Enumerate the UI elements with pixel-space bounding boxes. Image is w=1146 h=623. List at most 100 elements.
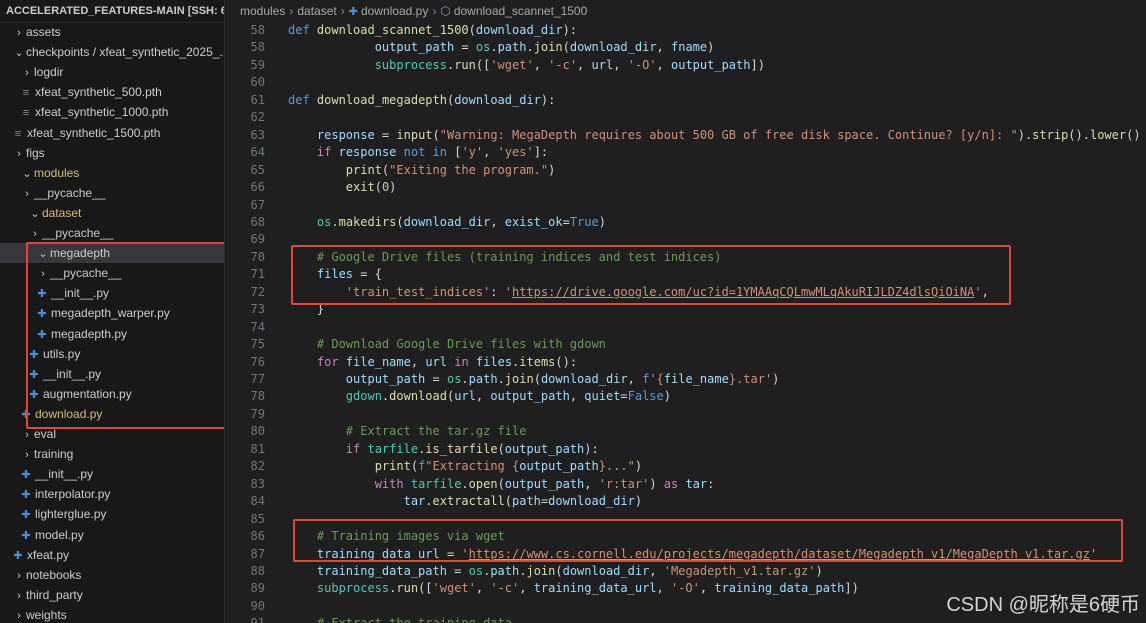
code-line[interactable]: 60	[225, 74, 1146, 91]
chevron-down-icon[interactable]: ⌄	[36, 244, 50, 263]
tree-item-dataset[interactable]: ⌄ dataset	[0, 203, 224, 223]
code-line[interactable]: 88 training_data_path = os.path.join(dow…	[225, 563, 1146, 580]
tree-item-label: figs	[26, 145, 45, 160]
code-line[interactable]: 58 output_path = os.path.join(download_d…	[225, 39, 1146, 56]
tree-item-assets[interactable]: › assets	[0, 22, 224, 42]
code-line[interactable]: 65 print("Exiting the program.")	[225, 162, 1146, 179]
tree-item-eval[interactable]: › eval	[0, 424, 224, 444]
code-line[interactable]: 61 def download_megadepth(download_dir):	[225, 92, 1146, 109]
code-text: if tarfile.is_tarfile(output_path):	[345, 441, 599, 456]
tree-item-megadepth-warper-py[interactable]: ✚ megadepth_warper.py	[0, 303, 224, 323]
code-line[interactable]: 70 # Google Drive files (training indice…	[225, 249, 1146, 266]
chevron-right-icon[interactable]: ›	[12, 23, 26, 42]
tree-item-interpolator-py[interactable]: ✚ interpolator.py	[0, 484, 224, 504]
chevron-down-icon[interactable]: ⌄	[20, 164, 34, 183]
code-line[interactable]: 81 if tarfile.is_tarfile(output_path):	[225, 441, 1146, 458]
tree-item-checkpoints-xfeat-synthetic-2025[interactable]: ⌄ checkpoints / xfeat_synthetic_2025_...	[0, 42, 225, 62]
code-line[interactable]: 75 # Download Google Drive files with gd…	[225, 336, 1146, 353]
code-line[interactable]: 63 response = input("Warning: MegaDepth …	[225, 127, 1146, 144]
breadcrumb-file[interactable]: download.py	[361, 4, 428, 18]
chevron-right-icon[interactable]: ›	[20, 63, 34, 82]
code-line[interactable]: 71 files = {	[225, 266, 1146, 283]
chevron-down-icon[interactable]: ⌄	[28, 204, 42, 223]
tree-item-weights[interactable]: › weights	[0, 605, 224, 623]
tree-item-model-py[interactable]: ✚ model.py	[0, 525, 224, 545]
tree-item-xfeat-synthetic-1000-pth[interactable]: ≡ xfeat_synthetic_1000.pth	[0, 102, 224, 122]
chevron-right-icon[interactable]: ›	[12, 144, 26, 163]
code-line[interactable]: 59 subprocess.run(['wget', '-c', url, '-…	[225, 57, 1146, 74]
code-line[interactable]: 82 print(f"Extracting {output_path}...")	[225, 458, 1146, 475]
code-line[interactable]: 84 tar.extractall(path=download_dir)	[225, 493, 1146, 510]
tree-item-download-py[interactable]: ✚download.py1	[0, 404, 224, 424]
tree-item-figs[interactable]: › figs	[0, 143, 224, 163]
code-text: output_path = os.path.join(download_dir,…	[374, 40, 715, 55]
tree-item-modules[interactable]: ⌄ modules	[0, 163, 224, 183]
line-number: 91	[225, 615, 265, 623]
code-line[interactable]: 79	[225, 406, 1146, 423]
code-line[interactable]: 66 exit(0)	[225, 179, 1146, 196]
code-line[interactable]: 80 # Extract the tar.gz file	[225, 423, 1146, 440]
code-text: # Download Google Drive files with gdown	[316, 337, 606, 352]
chevron-right-icon[interactable]: ›	[12, 566, 26, 585]
code-line[interactable]: 77 output_path = os.path.join(download_d…	[225, 371, 1146, 388]
tree-item-pycache[interactable]: › __pycache__	[0, 223, 224, 243]
chevron-down-icon[interactable]: ⌄	[12, 43, 26, 62]
tree-item-label: __init__.py	[35, 467, 94, 482]
code-line[interactable]: 69	[225, 231, 1146, 248]
code-editor[interactable]: modules › dataset › ✚ download.py › ⬡ download_s…	[225, 0, 1146, 623]
tree-item-pycache[interactable]: › __pycache__	[0, 183, 224, 203]
code-line[interactable]: 76 for file_name, url in files.items():	[225, 354, 1146, 371]
code-text: gdown.download(url, output_path, quiet=F…	[345, 389, 671, 404]
tree-item-lighterglue-py[interactable]: ✚ lighterglue.py	[0, 504, 224, 524]
chevron-right-icon[interactable]: ›	[20, 184, 34, 203]
code-line[interactable]: 74	[225, 319, 1146, 336]
line-number: 60	[250, 75, 265, 90]
code-line[interactable]: 72 'train_test_indices': 'https://drive.…	[225, 284, 1146, 301]
chevron-right-icon[interactable]: ›	[28, 224, 42, 243]
breadcrumb: modules › dataset › ✚ download.py › ⬡ download_s…	[225, 0, 1146, 22]
line-number: 82	[250, 459, 265, 474]
code-line[interactable]: 58 def download_scannet_1500(download_dir…	[225, 22, 1146, 39]
tree-item-init-py[interactable]: ✚ __init__.py	[0, 464, 224, 484]
code-line[interactable]: 73 }	[225, 301, 1146, 318]
tree-item-augmentation-py[interactable]: ✚ augmentation.py	[0, 384, 224, 404]
file-icon: ≡	[14, 127, 22, 140]
tree-item-xfeat-synthetic-500-pth[interactable]: ≡ xfeat_synthetic_500.pth	[0, 82, 224, 102]
tree-item-pycache[interactable]: › __pycache__	[0, 263, 224, 283]
chevron-right-icon[interactable]: ›	[36, 264, 50, 283]
code-text: exit(0)	[345, 180, 397, 195]
tree-item-third-party[interactable]: › third_party	[0, 585, 224, 605]
code-line[interactable]: 68 os.makedirs(download_dir, exist_ok=Tr…	[225, 214, 1146, 231]
tree-item-xfeat-synthetic-1500-pth[interactable]: ≡ xfeat_synthetic_1500.pth	[0, 123, 224, 143]
code-line[interactable]: 62	[225, 109, 1146, 126]
tree-item-training[interactable]: › training	[0, 444, 224, 464]
breadcrumb-symbol[interactable]: download_scannet_1500	[454, 4, 587, 18]
code-line[interactable]: 64 if response not in ['y', 'yes']:	[225, 144, 1146, 161]
tree-item-logdir[interactable]: › logdir	[0, 62, 224, 82]
code-line[interactable]: 85	[225, 511, 1146, 528]
tree-item-utils-py[interactable]: ✚ utils.py	[0, 344, 224, 364]
chevron-right-icon[interactable]: ›	[20, 445, 34, 464]
code-line[interactable]: 78 gdown.download(url, output_path, quie…	[225, 388, 1146, 405]
python-file-icon: ✚	[21, 489, 31, 502]
chevron-right-icon[interactable]: ›	[12, 586, 26, 605]
tree-item-xfeat-py[interactable]: ✚ xfeat.py	[0, 545, 224, 565]
explorer-title[interactable]: ACCELERATED_FEATURES-MAIN [SSH: 67...	[0, 0, 224, 23]
tree-item-megadepth-py[interactable]: ✚ megadepth.py	[0, 324, 224, 344]
tree-item-init-py[interactable]: ✚ __init__.py	[0, 283, 224, 303]
breadcrumb-dataset[interactable]: dataset	[297, 4, 336, 18]
tree-item-label: checkpoints / xfeat_synthetic_2025_...	[26, 45, 225, 60]
tree-item-init-py[interactable]: ✚ __init__.py	[0, 364, 224, 384]
chevron-right-icon[interactable]: ›	[12, 606, 26, 623]
code-line[interactable]: 83 with tarfile.open(output_path, 'r:tar…	[225, 476, 1146, 493]
tree-item-label: modules	[34, 165, 80, 180]
chevron-right-icon[interactable]: ›	[20, 425, 34, 444]
breadcrumb-modules[interactable]: modules	[240, 4, 285, 18]
code-line[interactable]: 86 # Training images via wget	[225, 528, 1146, 545]
code-line[interactable]: 67	[225, 197, 1146, 214]
tree-item-megadepth[interactable]: ⌄ megadepth	[0, 243, 224, 264]
code-line[interactable]: 87 training_data_url = 'https://www.cs.c…	[225, 546, 1146, 563]
tree-item-notebooks[interactable]: › notebooks	[0, 565, 224, 585]
tree-item-label: megadepth.py	[51, 326, 128, 341]
tree-item-label: logdir	[34, 65, 64, 80]
